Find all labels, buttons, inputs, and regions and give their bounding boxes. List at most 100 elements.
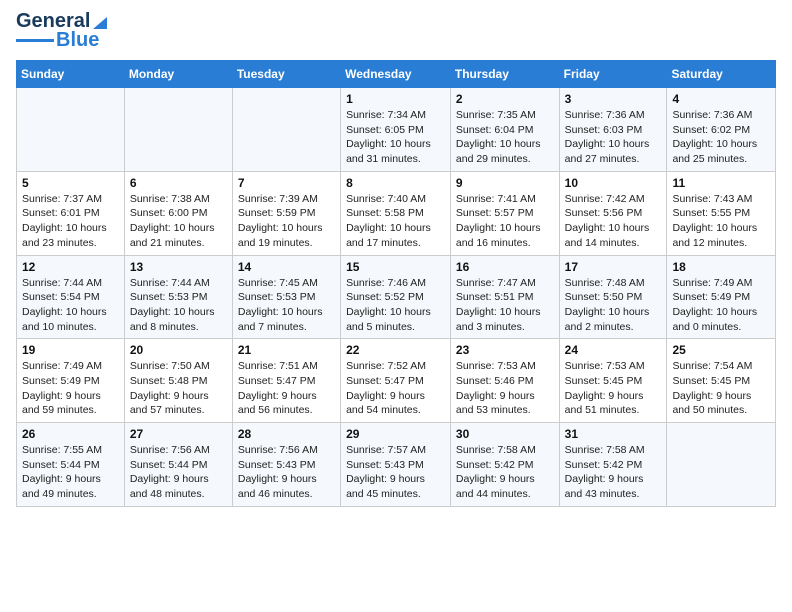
weekday-header-tuesday: Tuesday [232, 61, 340, 88]
day-info: Sunrise: 7:56 AM Sunset: 5:43 PM Dayligh… [238, 443, 335, 502]
weekday-header-wednesday: Wednesday [341, 61, 451, 88]
calendar-cell: 26Sunrise: 7:55 AM Sunset: 5:44 PM Dayli… [17, 423, 125, 507]
day-info: Sunrise: 7:43 AM Sunset: 5:55 PM Dayligh… [672, 192, 770, 251]
logo-icon [91, 13, 109, 31]
calendar-cell: 2 Sunrise: 7:35 AM Sunset: 6:04 PM Daylig… [450, 88, 559, 172]
day-number: 23 [456, 343, 554, 357]
week-row-4: 26Sunrise: 7:55 AM Sunset: 5:44 PM Dayli… [17, 423, 776, 507]
day-info: Sunrise: 7:36 AM Sunset: 6:02 PM Dayligh… [672, 108, 770, 167]
day-number: 27 [130, 427, 227, 441]
calendar-cell: 16 Sunrise: 7:47 AM Sunset: 5:51 PM Dayli… [450, 255, 559, 339]
calendar-cell: 3 Sunrise: 7:36 AM Sunset: 6:03 PM Daylig… [559, 88, 667, 172]
day-info: Sunrise: 7:54 AM Sunset: 5:45 PM Dayligh… [672, 359, 770, 418]
calendar-cell: 6 Sunrise: 7:38 AM Sunset: 6:00 PM Daylig… [124, 171, 232, 255]
calendar-cell: 19Sunrise: 7:49 AM Sunset: 5:49 PM Dayli… [17, 339, 125, 423]
day-info: Sunrise: 7:34 AM Sunset: 6:05 PM Dayligh… [346, 108, 445, 167]
day-number: 30 [456, 427, 554, 441]
calendar-cell [232, 88, 340, 172]
weekday-header-row: SundayMondayTuesdayWednesdayThursdayFrid… [17, 61, 776, 88]
day-number: 8 [346, 176, 445, 190]
calendar-cell: 1 Sunrise: 7:34 AM Sunset: 6:05 PM Daylig… [341, 88, 451, 172]
day-number: 3 [565, 92, 662, 106]
weekday-header-monday: Monday [124, 61, 232, 88]
day-info: Sunrise: 7:45 AM Sunset: 5:53 PM Dayligh… [238, 276, 335, 335]
day-number: 24 [565, 343, 662, 357]
calendar-cell: 14 Sunrise: 7:45 AM Sunset: 5:53 PM Dayli… [232, 255, 340, 339]
calendar-cell: 8 Sunrise: 7:40 AM Sunset: 5:58 PM Daylig… [341, 171, 451, 255]
calendar-cell [17, 88, 125, 172]
calendar-cell [667, 423, 776, 507]
day-number: 25 [672, 343, 770, 357]
calendar-cell: 29 Sunrise: 7:57 AM Sunset: 5:43 PM Dayli… [341, 423, 451, 507]
day-info: Sunrise: 7:44 AM Sunset: 5:54 PM Dayligh… [22, 276, 119, 335]
day-number: 18 [672, 260, 770, 274]
day-info: Sunrise: 7:55 AM Sunset: 5:44 PM Dayligh… [22, 443, 119, 502]
calendar-cell: 9 Sunrise: 7:41 AM Sunset: 5:57 PM Daylig… [450, 171, 559, 255]
week-row-2: 12 Sunrise: 7:44 AM Sunset: 5:54 PM Dayli… [17, 255, 776, 339]
day-number: 12 [22, 260, 119, 274]
day-info: Sunrise: 7:51 AM Sunset: 5:47 PM Dayligh… [238, 359, 335, 418]
day-info: Sunrise: 7:58 AM Sunset: 5:42 PM Dayligh… [565, 443, 662, 502]
weekday-header-friday: Friday [559, 61, 667, 88]
day-info: Sunrise: 7:57 AM Sunset: 5:43 PM Dayligh… [346, 443, 445, 502]
day-info: Sunrise: 7:41 AM Sunset: 5:57 PM Dayligh… [456, 192, 554, 251]
day-info: Sunrise: 7:46 AM Sunset: 5:52 PM Dayligh… [346, 276, 445, 335]
week-row-3: 19Sunrise: 7:49 AM Sunset: 5:49 PM Dayli… [17, 339, 776, 423]
day-info: Sunrise: 7:52 AM Sunset: 5:47 PM Dayligh… [346, 359, 445, 418]
calendar-cell: 21 Sunrise: 7:51 AM Sunset: 5:47 PM Dayli… [232, 339, 340, 423]
calendar-cell: 5 Sunrise: 7:37 AM Sunset: 6:01 PM Daylig… [17, 171, 125, 255]
weekday-header-saturday: Saturday [667, 61, 776, 88]
day-info: Sunrise: 7:37 AM Sunset: 6:01 PM Dayligh… [22, 192, 119, 251]
day-number: 10 [565, 176, 662, 190]
day-info: Sunrise: 7:53 AM Sunset: 5:45 PM Dayligh… [565, 359, 662, 418]
calendar-cell: 15 Sunrise: 7:46 AM Sunset: 5:52 PM Dayli… [341, 255, 451, 339]
day-number: 5 [22, 176, 119, 190]
day-number: 1 [346, 92, 445, 106]
logo: General Blue [16, 10, 109, 52]
calendar-cell: 13Sunrise: 7:44 AM Sunset: 5:53 PM Dayli… [124, 255, 232, 339]
day-info: Sunrise: 7:39 AM Sunset: 5:59 PM Dayligh… [238, 192, 335, 251]
calendar-cell: 4Sunrise: 7:36 AM Sunset: 6:02 PM Daylig… [667, 88, 776, 172]
calendar-cell [124, 88, 232, 172]
day-info: Sunrise: 7:35 AM Sunset: 6:04 PM Dayligh… [456, 108, 554, 167]
day-number: 7 [238, 176, 335, 190]
calendar-cell: 11Sunrise: 7:43 AM Sunset: 5:55 PM Dayli… [667, 171, 776, 255]
day-number: 14 [238, 260, 335, 274]
weekday-header-thursday: Thursday [450, 61, 559, 88]
day-number: 29 [346, 427, 445, 441]
day-info: Sunrise: 7:48 AM Sunset: 5:50 PM Dayligh… [565, 276, 662, 335]
week-row-1: 5 Sunrise: 7:37 AM Sunset: 6:01 PM Daylig… [17, 171, 776, 255]
day-number: 16 [456, 260, 554, 274]
day-info: Sunrise: 7:50 AM Sunset: 5:48 PM Dayligh… [130, 359, 227, 418]
day-number: 6 [130, 176, 227, 190]
day-number: 9 [456, 176, 554, 190]
logo-underline [16, 39, 54, 42]
day-info: Sunrise: 7:47 AM Sunset: 5:51 PM Dayligh… [456, 276, 554, 335]
calendar-cell: 7 Sunrise: 7:39 AM Sunset: 5:59 PM Daylig… [232, 171, 340, 255]
header: General Blue [16, 10, 776, 52]
day-info: Sunrise: 7:49 AM Sunset: 5:49 PM Dayligh… [672, 276, 770, 335]
calendar-cell: 28 Sunrise: 7:56 AM Sunset: 5:43 PM Dayli… [232, 423, 340, 507]
calendar-cell: 24 Sunrise: 7:53 AM Sunset: 5:45 PM Dayli… [559, 339, 667, 423]
day-number: 19 [22, 343, 119, 357]
day-number: 2 [456, 92, 554, 106]
calendar-cell: 18 Sunrise: 7:49 AM Sunset: 5:49 PM Dayli… [667, 255, 776, 339]
logo-blue: Blue [56, 29, 99, 52]
calendar-cell: 22Sunrise: 7:52 AM Sunset: 5:47 PM Dayli… [341, 339, 451, 423]
calendar-cell: 31 Sunrise: 7:58 AM Sunset: 5:42 PM Dayli… [559, 423, 667, 507]
day-info: Sunrise: 7:56 AM Sunset: 5:44 PM Dayligh… [130, 443, 227, 502]
day-info: Sunrise: 7:38 AM Sunset: 6:00 PM Dayligh… [130, 192, 227, 251]
day-info: Sunrise: 7:36 AM Sunset: 6:03 PM Dayligh… [565, 108, 662, 167]
calendar-cell: 23Sunrise: 7:53 AM Sunset: 5:46 PM Dayli… [450, 339, 559, 423]
day-number: 28 [238, 427, 335, 441]
day-number: 31 [565, 427, 662, 441]
calendar-page: General Blue SundayMondayTuesdayWednesda… [0, 0, 792, 523]
day-number: 15 [346, 260, 445, 274]
day-info: Sunrise: 7:58 AM Sunset: 5:42 PM Dayligh… [456, 443, 554, 502]
day-info: Sunrise: 7:40 AM Sunset: 5:58 PM Dayligh… [346, 192, 445, 251]
calendar-cell: 30 Sunrise: 7:58 AM Sunset: 5:42 PM Dayli… [450, 423, 559, 507]
day-number: 21 [238, 343, 335, 357]
day-info: Sunrise: 7:44 AM Sunset: 5:53 PM Dayligh… [130, 276, 227, 335]
day-info: Sunrise: 7:42 AM Sunset: 5:56 PM Dayligh… [565, 192, 662, 251]
weekday-header-sunday: Sunday [17, 61, 125, 88]
